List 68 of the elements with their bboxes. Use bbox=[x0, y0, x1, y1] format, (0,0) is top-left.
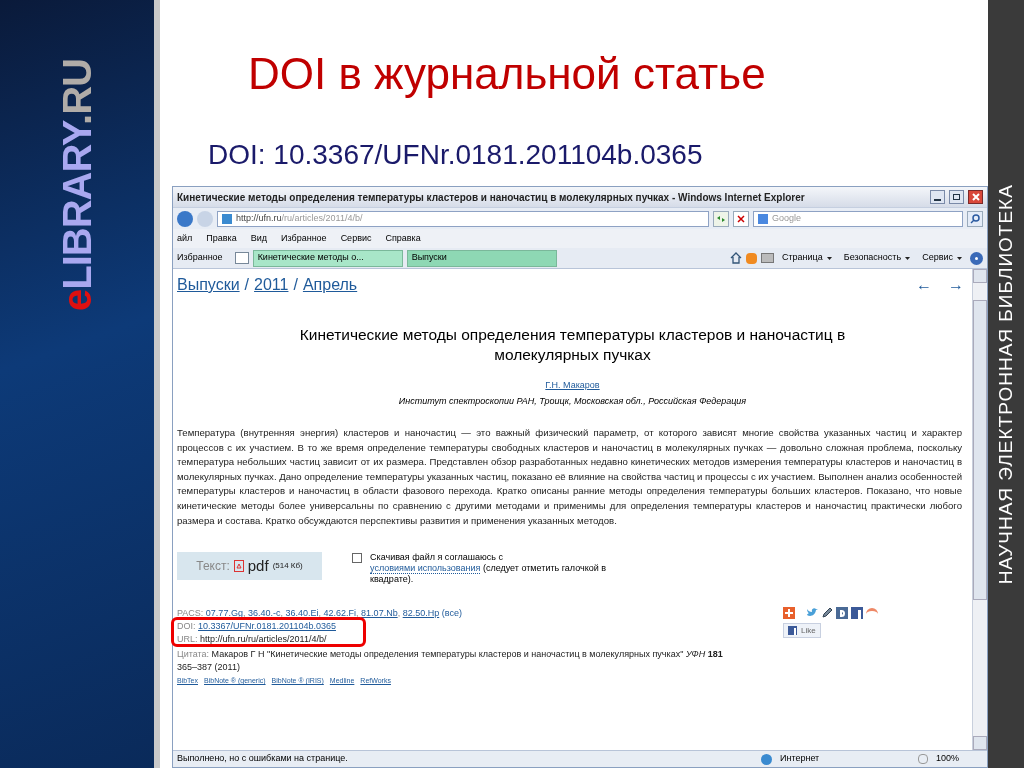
address-field[interactable]: http://ufn.ru/ru/articles/2011/4/b/ bbox=[217, 210, 709, 227]
menu-item[interactable]: Правка bbox=[206, 231, 237, 246]
command-menu[interactable]: Безопасность bbox=[839, 251, 915, 265]
breadcrumb-link[interactable]: Апрель bbox=[302, 273, 358, 297]
menu-item[interactable]: Сервис bbox=[340, 231, 372, 246]
side-caption: НАУЧНАЯ ЭЛЕКТРОННАЯ БИБЛИОТЕКА bbox=[993, 183, 1017, 585]
nav-arrow-link[interactable]: ← bbox=[916, 273, 932, 297]
url-line: URL: http://ufn.ru/ru/articles/2011/4/b/ bbox=[177, 633, 328, 647]
like-button[interactable]: Like bbox=[783, 623, 821, 639]
breadcrumb-separator: / bbox=[293, 275, 298, 295]
window-title: Кинетические методы определения температуры кластеров и наночастиц в молекулярных пучках - Windows Internet Explorer bbox=[177, 190, 806, 205]
caret-icon bbox=[957, 256, 962, 260]
stop-icon bbox=[733, 210, 749, 227]
pacs-link[interactable]: 07.77.Gg bbox=[205, 608, 243, 619]
slide-title: DOI в журнальной статье bbox=[247, 48, 767, 100]
menu-item[interactable]: Избранное bbox=[281, 231, 327, 246]
doi-link[interactable]: 10.3367/UFNr.0181.201104b.0365 bbox=[198, 621, 336, 632]
breadcrumb-separator: / bbox=[244, 275, 250, 295]
slide-subtitle: DOI: 10.3367/UFNr.0181.201104b.0365 bbox=[207, 138, 704, 172]
breadcrumb-link[interactable]: Выпуски bbox=[177, 273, 240, 297]
google-icon bbox=[758, 213, 768, 224]
rss-icon bbox=[745, 252, 757, 264]
doi-line: DOI: 10.3367/UFNr.0181.201104b.0365 bbox=[177, 620, 337, 634]
agreement-checkbox[interactable] bbox=[352, 553, 362, 564]
all-link[interactable]: (все) bbox=[441, 608, 462, 619]
author-link[interactable]: Г.Н. Макаров bbox=[545, 379, 600, 393]
affiliation: Институт спектроскопии РАН, Троицк, Московская обл., Российская Федерация bbox=[397, 394, 748, 408]
abstract: Температура (внутренняя энергия) кластеров и наночастиц — это важный физический параметр, от которого зависят многие свойства указанных частиц и характер процессов с их участием. В то же время определение температуры свободных кластеров и наночастиц в молекулярных пучках — довольно сложная проблема, поскольку температура небольших частиц зависит от их размера. Представлен обзор разработанных недавно кинетических методов измерения температуры кластеров и наночастиц в молекулярных пучках. Дано определение температуры указанных частиц, показано её влияние на свойства частиц и процессы с их участием. Выполнен анализ особенностей температуры кластеров и наночастиц в области фазового перехода. Кратко описаны ранние методы определения температуры больших кластеров. Показано, что новые кинетические методы более универсальны по сравнению с другими методами и применимы для определения температуры кластеров и наночастиц практически любого размера и состава. Кратко обсуждаются перспективы развития и применения указанных методов. bbox=[177, 426, 962, 528]
restore-icon bbox=[949, 190, 964, 204]
tab-grid-icon bbox=[234, 252, 249, 264]
status-text: Выполнено, но с ошибками на странице. bbox=[177, 752, 349, 766]
home-icon bbox=[729, 252, 742, 264]
pacs-link[interactable]: 81.07.Nb bbox=[361, 608, 398, 619]
plus-share-icon bbox=[783, 607, 795, 620]
zone-label: Интернет bbox=[779, 752, 821, 766]
pacs-link[interactable]: 36.40.Ei bbox=[285, 608, 319, 619]
menu-item[interactable]: Справка bbox=[385, 231, 421, 246]
pencil-icon bbox=[821, 607, 833, 620]
menu-item[interactable]: Вид bbox=[250, 231, 267, 246]
pdf-download-button[interactable]: Текст: pdf (514 Кб) bbox=[177, 552, 322, 581]
browser-tab[interactable]: Выпуски bbox=[406, 249, 557, 267]
command-menu[interactable]: Сервис bbox=[918, 251, 966, 265]
nav-arrow-link[interactable]: → bbox=[948, 273, 964, 297]
close-icon bbox=[968, 190, 983, 204]
pacs-link[interactable]: 82.50.Hp bbox=[402, 608, 440, 619]
minimize-icon bbox=[930, 190, 945, 204]
citation: Цитата: Макаров Г Н "Кинетические методы определения температуры кластеров и наночастиц в молекулярных пучках" УФН 181 365–387 (2011) bbox=[177, 648, 724, 675]
logo-text: eLIBRARY.RU bbox=[54, 59, 100, 311]
pdf-icon bbox=[233, 560, 244, 573]
terms-link[interactable]: условиями использования bbox=[370, 563, 481, 575]
lock-icon bbox=[917, 754, 928, 764]
site-icon bbox=[222, 213, 232, 224]
command-menu[interactable]: Страница bbox=[777, 251, 836, 265]
pacs-line: PACS: 07.77.Gg, 36.40.-c, 36.40.Ei, 42.62.Fi, 81.07.Nb, 82.50.Hp (все) bbox=[177, 607, 463, 621]
refresh-icon bbox=[713, 210, 729, 227]
menu-item[interactable]: айл bbox=[177, 231, 193, 246]
browser-tab[interactable]: Кинетические методы о... bbox=[252, 249, 403, 267]
favorites-button[interactable]: Избранное bbox=[177, 251, 231, 265]
globe-icon bbox=[760, 753, 772, 765]
caret-icon bbox=[905, 256, 911, 260]
agreement-text: Скачивая файл я соглашаюсь с условиями использования (следует отметить галочкой в квадрате). bbox=[370, 552, 608, 586]
caret-icon bbox=[826, 256, 832, 260]
zoom-level[interactable]: 100% bbox=[935, 752, 983, 766]
breadcrumb-link[interactable]: 2011 bbox=[254, 273, 289, 297]
article-title: Кинетические методы определения температуры кластеров и наночастиц в молекулярных пучках bbox=[298, 325, 847, 365]
help-icon bbox=[970, 251, 983, 265]
print-icon bbox=[760, 253, 774, 263]
back-icon bbox=[177, 210, 193, 227]
